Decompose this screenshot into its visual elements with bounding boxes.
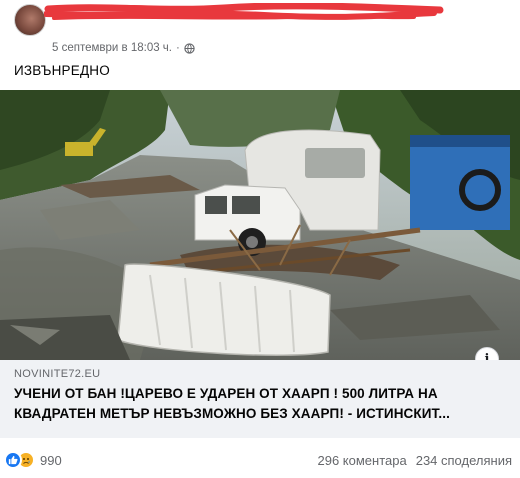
link-domain: NOVINITE72.EU bbox=[14, 368, 101, 380]
post-timestamp[interactable]: 5 септември в 18:03 ч. bbox=[52, 42, 172, 54]
reactions-summary[interactable]: 990 bbox=[4, 451, 62, 469]
like-icon bbox=[4, 451, 22, 469]
link-preview[interactable]: NOVINITE72.EU УЧЕНИ ОТ БАН !ЦАРЕВО Е УДА… bbox=[0, 360, 520, 438]
post-text: ИЗВЪНРЕДНО bbox=[14, 63, 110, 78]
globe-icon bbox=[184, 42, 195, 54]
shares-count[interactable]: 234 споделяния bbox=[416, 453, 512, 468]
post-meta: 5 септември в 18:03 ч. · bbox=[52, 40, 195, 56]
link-title[interactable]: УЧЕНИ ОТ БАН !ЦАРЕВО Е УДАРЕН ОТ ХААРП !… bbox=[14, 384, 504, 424]
flood-scene-image bbox=[0, 90, 520, 360]
redaction-scribble bbox=[44, 3, 444, 20]
comments-count[interactable]: 296 коментара bbox=[318, 453, 407, 468]
engagement-counts: 296 коментара 234 споделяния bbox=[318, 453, 513, 468]
author-avatar[interactable] bbox=[14, 4, 46, 36]
post-stats: 990 296 коментара 234 споделяния bbox=[0, 450, 520, 472]
reaction-count: 990 bbox=[40, 452, 62, 468]
post-header: 5 септември в 18:03 ч. · bbox=[0, 0, 520, 60]
post-image[interactable] bbox=[0, 90, 520, 360]
meta-separator: · bbox=[176, 42, 180, 54]
